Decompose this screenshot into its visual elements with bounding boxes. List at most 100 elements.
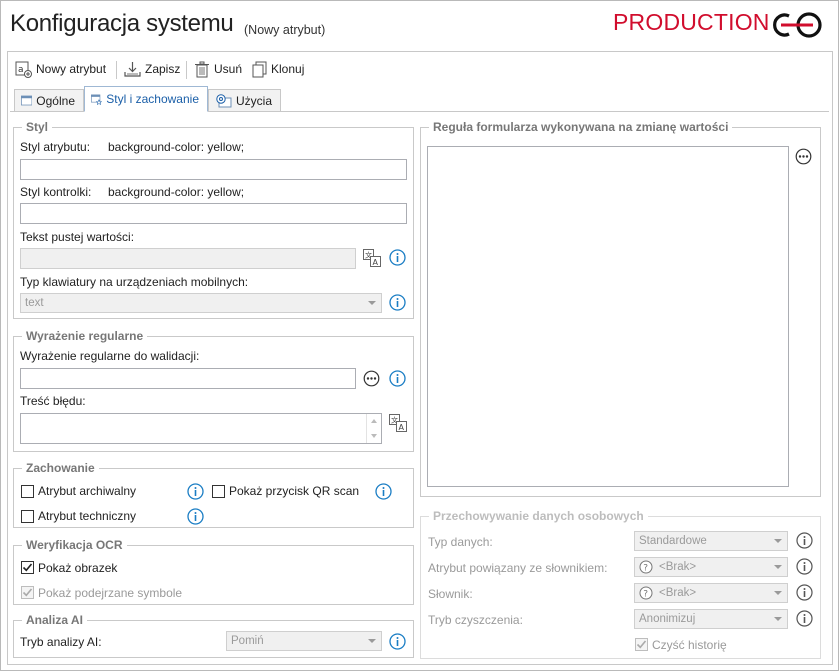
config-window: Konfiguracja systemu (Nowy atrybut) PROD… xyxy=(0,0,839,671)
cleanup-mode-label: Tryb czyszczenia: xyxy=(428,613,523,627)
linked-attribute-inner: ? <Brak> xyxy=(639,560,696,574)
error-message-label: Treść błędu: xyxy=(20,394,86,408)
save-label: Zapisz xyxy=(145,62,181,76)
svg-text:A: A xyxy=(373,258,379,267)
style-group-title: Styl xyxy=(22,120,53,134)
empty-value-text-input[interactable] xyxy=(20,248,356,269)
chevron-down-icon xyxy=(774,565,782,569)
personal-data-group-title: Przechowywanie danych osobowych xyxy=(429,509,648,523)
behavior-group-title: Zachowanie xyxy=(22,461,99,475)
clone-label: Klonuj xyxy=(271,62,305,76)
clear-history-checkbox[interactable] xyxy=(635,638,648,651)
scroll-up-icon[interactable] xyxy=(371,419,377,423)
info-icon[interactable] xyxy=(389,294,406,311)
form-rule-group-title: Reguła formularza wykonywana na zmianę w… xyxy=(429,120,733,134)
production-logo-icon xyxy=(773,12,822,38)
clone-button[interactable]: Klonuj xyxy=(252,58,304,80)
window-icon xyxy=(21,95,33,106)
new-attribute-button[interactable]: a Nowy atrybut xyxy=(15,58,106,80)
more-options-icon[interactable] xyxy=(363,370,380,387)
cleanup-mode-value: Anonimizuj xyxy=(639,613,696,625)
translate-icon[interactable]: 文 A xyxy=(363,249,381,267)
ai-mode-value: Pomiń xyxy=(231,635,264,647)
trash-icon xyxy=(195,61,209,77)
show-suspect-symbols-checkbox[interactable] xyxy=(21,586,34,599)
data-type-select[interactable]: Standardowe xyxy=(634,531,788,551)
translate-icon[interactable]: 文 A xyxy=(389,414,407,432)
show-image-checkbox[interactable] xyxy=(21,561,34,574)
clone-icon xyxy=(252,61,267,77)
control-style-label: Styl kontrolki: xyxy=(20,185,92,199)
checkmark-icon xyxy=(22,588,33,597)
ai-group-title: Analiza AI xyxy=(22,613,87,627)
error-message-textarea[interactable] xyxy=(20,413,382,444)
ai-mode-select[interactable]: Pomiń xyxy=(226,631,382,651)
regex-group-title: Wyrażenie regularne xyxy=(22,329,148,343)
svg-text:a: a xyxy=(18,65,24,75)
data-type-label: Typ danych: xyxy=(428,535,493,549)
attribute-style-input[interactable] xyxy=(20,159,407,180)
more-options-icon[interactable] xyxy=(795,148,812,165)
save-icon xyxy=(124,61,141,77)
show-image-label: Pokaż obrazek xyxy=(38,561,118,575)
checkmark-icon xyxy=(22,563,33,572)
scroll-down-icon[interactable] xyxy=(371,434,377,438)
empty-value-text-label: Tekst pustej wartości: xyxy=(20,230,135,244)
archival-attribute-checkbox[interactable] xyxy=(21,485,34,498)
tab-usage-label: Użycia xyxy=(235,93,272,108)
delete-label: Usuń xyxy=(214,62,243,76)
info-icon[interactable] xyxy=(796,610,813,627)
page-subtitle: (Nowy atrybut) xyxy=(244,23,326,37)
linked-attribute-select[interactable]: ? <Brak> xyxy=(634,557,788,577)
regex-validation-input[interactable] xyxy=(20,368,356,389)
info-icon[interactable] xyxy=(796,532,813,549)
page-title: Konfiguracja systemu xyxy=(10,10,234,37)
info-icon[interactable] xyxy=(796,584,813,601)
qr-scan-label: Pokaż przycisk QR scan xyxy=(229,484,360,498)
cleanup-mode-select[interactable]: Anonimizuj xyxy=(634,609,788,629)
control-style-value: background-color: yellow; xyxy=(108,185,245,199)
dictionary-inner: ? <Brak> xyxy=(639,586,696,600)
clear-history-label: Czyść historię xyxy=(652,638,727,652)
tab-style-behavior[interactable]: Styl i zachowanie xyxy=(84,86,208,112)
ai-mode-label: Tryb analizy AI: xyxy=(20,635,102,649)
show-suspect-symbols-label: Pokaż podejrzane symbole xyxy=(38,586,183,600)
attribute-style-label: Styl atrybutu: xyxy=(20,140,91,154)
form-rule-editor[interactable] xyxy=(427,146,789,487)
info-icon[interactable] xyxy=(187,508,204,525)
technical-attribute-label: Atrybut techniczny xyxy=(38,509,137,523)
dictionary-label: Słownik: xyxy=(428,587,473,601)
regex-validation-label: Wyrażenie regularne do walidacji: xyxy=(20,349,200,363)
ocr-group-title: Weryfikacja OCR xyxy=(22,538,127,552)
info-icon[interactable] xyxy=(187,483,204,500)
attribute-style-value: background-color: yellow; xyxy=(108,140,245,154)
dictionary-select[interactable]: ? <Brak> xyxy=(634,583,788,603)
style-window-icon xyxy=(91,94,103,105)
tab-usage[interactable]: Użycia xyxy=(208,89,281,112)
chevron-down-icon xyxy=(368,301,376,305)
tab-general-label: Ogólne xyxy=(36,93,75,108)
textarea-scrollbar[interactable] xyxy=(366,414,381,443)
technical-attribute-checkbox[interactable] xyxy=(21,510,34,523)
qr-scan-checkbox[interactable] xyxy=(212,485,225,498)
help-icon: ? xyxy=(639,586,653,600)
mobile-keyboard-select[interactable]: text xyxy=(20,293,382,313)
info-icon[interactable] xyxy=(389,249,406,266)
help-icon: ? xyxy=(639,560,653,574)
tab-style-behavior-label: Styl i zachowanie xyxy=(106,92,199,106)
info-icon[interactable] xyxy=(389,633,406,650)
save-button[interactable]: Zapisz xyxy=(124,58,180,80)
svg-text:?: ? xyxy=(643,564,648,574)
environment-label: PRODUCTION xyxy=(613,9,770,35)
checkmark-icon xyxy=(636,640,647,649)
svg-text:?: ? xyxy=(643,590,648,600)
info-icon[interactable] xyxy=(375,483,392,500)
delete-button[interactable]: Usuń xyxy=(194,58,242,80)
info-icon[interactable] xyxy=(389,370,406,387)
mobile-keyboard-value: text xyxy=(25,297,44,309)
toolbar-separator xyxy=(116,61,117,79)
linked-attribute-label: Atrybut powiązany ze słownikiem: xyxy=(428,561,608,575)
info-icon[interactable] xyxy=(796,558,813,575)
control-style-input[interactable] xyxy=(20,203,407,224)
tab-general[interactable]: Ogólne xyxy=(14,89,84,112)
